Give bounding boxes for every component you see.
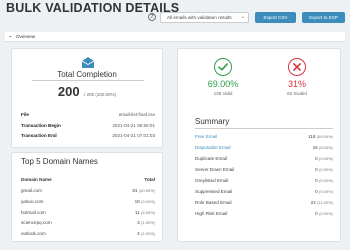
invalid-percent: 31% (287, 79, 306, 89)
table-row: outlook.com 2 (1.00%) (21, 231, 155, 236)
overview-label: Overview (15, 34, 36, 39)
domain-total: 11 (134, 210, 140, 215)
domain-name: gmail.com (21, 188, 42, 193)
begin-row: Transaction Begin 2021-04-21 06:50:01 (21, 123, 155, 128)
table-row: sciencepq.com 3 (1.50%) (21, 220, 155, 225)
summary-label[interactable]: Free Email (195, 134, 217, 139)
summary-label: Greylisted Email (195, 178, 229, 183)
domain-name: sciencepq.com (21, 220, 52, 225)
begin-label: Transaction Begin (21, 123, 61, 128)
summary-pct: (0.00%) (318, 156, 333, 161)
col-domain: Domain Name (21, 177, 52, 182)
completion-count: 200 / 200 (100.00%) (12, 83, 162, 101)
col-total: Total (144, 177, 155, 182)
file-row: File email-list-final.csv (21, 112, 155, 117)
question-circle-icon[interactable]: ? (148, 13, 156, 21)
domains-header: Domain Name Total (21, 177, 155, 182)
summary-pct: (8.00%) (318, 145, 333, 150)
summary-pct: (0.00%) (318, 211, 333, 216)
summary-value: 22 (310, 200, 316, 205)
domains-title: Top 5 Domain Names (21, 157, 98, 166)
file-label: File (21, 112, 29, 117)
summary-row-server-down-email: Server Down Email 0 (0.00%) (195, 167, 333, 172)
summary-row-free-email[interactable]: Free Email 118 (59.00%) (195, 134, 333, 139)
summary-row-disposable-email[interactable]: Disposable Email 16 (8.00%) (195, 145, 333, 150)
completion-title: Total Completion (57, 70, 117, 79)
check-circle-icon (214, 58, 232, 76)
summary-pct: (0.00%) (318, 178, 333, 183)
valid-percent: 69.00% (207, 79, 239, 89)
domain-name: outlook.com (21, 231, 46, 236)
summary-value: 0 (315, 156, 318, 161)
completion-panel: Total Completion 200 / 200 (100.00%) Fil… (11, 48, 163, 148)
summary-row-duplicate-email: Duplicate Email 0 (0.00%) (195, 156, 333, 161)
summary-value: 0 (315, 211, 318, 216)
envelope-open-icon (82, 57, 94, 68)
summary-row-suppressed-email: Suppressed Email 0 (0.00%) (195, 189, 333, 194)
top-domains-panel: Top 5 Domain Names Domain Name Total gma… (11, 152, 163, 242)
summary-title: Summary (195, 117, 230, 126)
domain-name: hotmail.com (21, 210, 46, 215)
summary-label: Suppressed Email (195, 189, 233, 194)
overview-section-header[interactable]: − Overview (5, 32, 345, 42)
summary-row-role-based-email: Role Based Email 22 (11.00%) (195, 200, 333, 205)
table-row: yahoo.com 18 (9.00%) (21, 199, 155, 204)
file-value: email-list-final.csv (118, 112, 155, 117)
summary-row-greylisted-email: Greylisted Email 0 (0.00%) (195, 178, 333, 183)
summary-value: 0 (315, 189, 318, 194)
summary-pct: (59.00%) (316, 134, 333, 139)
summary-pct: (0.00%) (318, 189, 333, 194)
valid-count: 138 Valid (213, 91, 233, 96)
end-row: Transaction End 2021-04-21 07:01:03 (21, 133, 155, 138)
validation-stats-panel: 69.00% 31% 138 Valid 62 Invalid Summary … (177, 48, 341, 242)
completion-total: 200 (57, 84, 80, 99)
summary-row-high-risk-email: High Risk Email 0 (0.00%) (195, 211, 333, 216)
summary-value: 118 (308, 134, 316, 139)
divider (195, 128, 333, 129)
results-filter-select[interactable]: All emails with validation results ⌄ (160, 12, 249, 23)
domain-total: 2 (137, 231, 140, 236)
export-esp-button[interactable]: Export to ESP (302, 12, 345, 23)
domain-pct: (1.50%) (140, 220, 155, 225)
domain-pct: (40.50%) (138, 188, 155, 193)
domain-total: 3 (137, 220, 140, 225)
table-row: hotmail.com 11 (5.50%) (21, 210, 155, 215)
summary-value: 16 (312, 145, 318, 150)
summary-label: Server Down Email (195, 167, 235, 172)
domain-pct: (1.00%) (140, 231, 155, 236)
domain-pct: (9.00%) (140, 199, 155, 204)
domain-total: 81 (132, 188, 138, 193)
summary-label: Role Based Email (195, 200, 232, 205)
export-csv-button[interactable]: Export CSV (255, 12, 296, 23)
summary-label[interactable]: Disposable Email (195, 145, 231, 150)
results-filter-value: All emails with validation results (167, 15, 232, 20)
invalid-count: 62 Invalid (287, 91, 307, 96)
summary-label: Duplicate Email (195, 156, 227, 161)
summary-value: 0 (315, 178, 318, 183)
summary-label: High Risk Email (195, 211, 228, 216)
table-row: gmail.com 81 (40.50%) (21, 188, 155, 193)
x-circle-icon (288, 58, 306, 76)
collapse-icon[interactable]: − (9, 34, 12, 39)
completion-detail: / 200 (100.00%) (84, 92, 117, 97)
chevron-down-icon: ⌄ (240, 14, 245, 20)
end-label: Transaction End (21, 133, 57, 138)
domain-total: 18 (134, 199, 140, 204)
summary-value: 0 (315, 167, 318, 172)
divider (32, 80, 144, 81)
domain-name: yahoo.com (21, 199, 44, 204)
end-value: 2021-04-21 07:01:03 (112, 133, 155, 138)
summary-pct: (11.00%) (317, 200, 333, 205)
begin-value: 2021-04-21 06:50:01 (112, 123, 155, 128)
domain-pct: (5.50%) (140, 210, 155, 215)
summary-pct: (0.00%) (318, 167, 333, 172)
